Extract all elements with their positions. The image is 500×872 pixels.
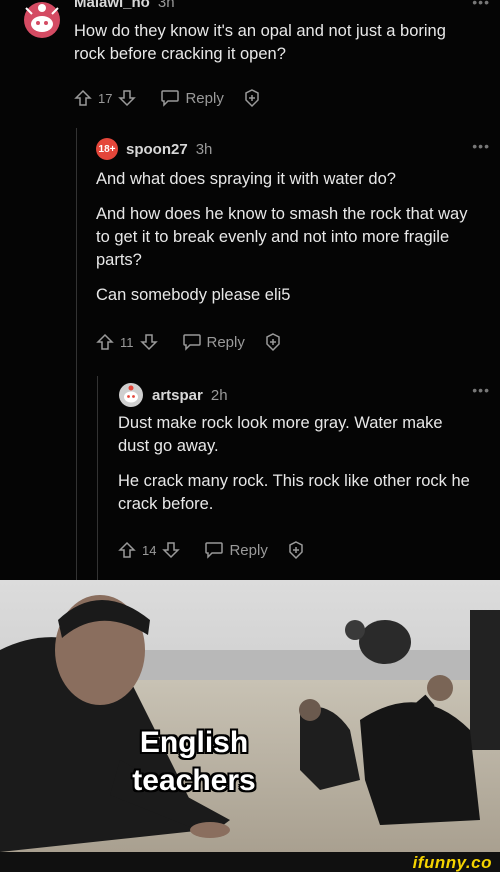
upvote-icon[interactable] (74, 89, 92, 107)
comment-body: And what does spraying it with water do?… (96, 168, 476, 319)
comment-text: How do they know it's an opal and not ju… (74, 22, 446, 63)
comment-artspar: artspar 2h ••• Dust make rock look more … (118, 382, 490, 560)
downvote-icon[interactable] (118, 89, 137, 107)
upvote-icon[interactable] (118, 541, 136, 559)
thread-indent-line (97, 376, 98, 580)
watermark-bar: ifunny.co (0, 852, 500, 872)
snoo-avatar-icon[interactable] (118, 382, 144, 408)
timestamp: 3h (157, 0, 175, 11)
reply-label: Reply (229, 541, 268, 559)
timestamp: 2h (210, 386, 228, 404)
beach-crying-men-illustration (0, 580, 500, 852)
more-options-icon[interactable]: ••• (472, 138, 490, 154)
reply-button[interactable]: Reply (182, 333, 245, 351)
comment-body: Dust make rock look more gray. Water mak… (118, 412, 478, 528)
upvote-icon[interactable] (96, 333, 114, 351)
comment-actions: 14 Reply (118, 540, 306, 560)
comment-paragraph: Dust make rock look more gray. Water mak… (118, 414, 443, 455)
reply-label: Reply (206, 333, 245, 351)
comment-spoon27: 18+ spoon27 3h ••• And what does sprayin… (96, 138, 490, 352)
comment-body: How do they know it's an opal and not ju… (74, 20, 474, 78)
ifunny-watermark: ifunny.co (412, 853, 492, 872)
comment-thread: Malawi_no 3h ••• How do they know it's a… (0, 0, 500, 580)
award-icon[interactable] (286, 540, 306, 560)
comment-paragraph: And what does spraying it with water do? (96, 170, 396, 188)
more-options-icon[interactable]: ••• (472, 382, 490, 398)
vote-count: 11 (120, 334, 134, 350)
timestamp: 3h (195, 140, 213, 158)
downvote-icon[interactable] (162, 541, 181, 559)
username[interactable]: spoon27 (126, 141, 188, 158)
caption-line: English (139, 726, 249, 759)
comment-meta: Malawi_no 3h (74, 0, 175, 11)
comment-paragraph: He crack many rock. This rock like other… (118, 472, 470, 513)
speech-bubble-icon (182, 334, 201, 351)
comment-paragraph: And how does he know to smash the rock t… (96, 205, 468, 269)
vote-count: 17 (98, 90, 113, 106)
comment-paragraph: Can somebody please eli5 (96, 286, 291, 304)
nsfw-avatar-badge[interactable]: 18+ (96, 138, 118, 160)
speech-bubble-icon (205, 542, 224, 559)
meme-image (0, 580, 500, 852)
award-icon[interactable] (242, 88, 262, 108)
award-icon[interactable] (263, 332, 283, 352)
reply-label: Reply (185, 89, 224, 107)
meme-caption: English teachers (114, 724, 274, 800)
speech-bubble-icon (161, 90, 180, 107)
snoo-avatar-icon (24, 2, 60, 38)
comment-meta: 18+ spoon27 3h (96, 138, 490, 160)
downvote-icon[interactable] (139, 333, 158, 351)
reply-button[interactable]: Reply (160, 89, 224, 107)
thread-indent-line (76, 128, 77, 580)
username[interactable]: Malawi_no (74, 0, 150, 11)
comment-actions: 17 Reply (74, 88, 262, 108)
vote-count: 14 (142, 542, 157, 558)
comment-actions: 11 Reply (96, 332, 283, 352)
username[interactable]: artspar (152, 387, 203, 404)
reply-button[interactable]: Reply (204, 541, 268, 559)
caption-line: teachers (132, 764, 256, 797)
comment-meta: artspar 2h (118, 382, 490, 408)
avatar[interactable] (20, 0, 64, 40)
more-options-icon[interactable]: ••• (472, 0, 490, 10)
